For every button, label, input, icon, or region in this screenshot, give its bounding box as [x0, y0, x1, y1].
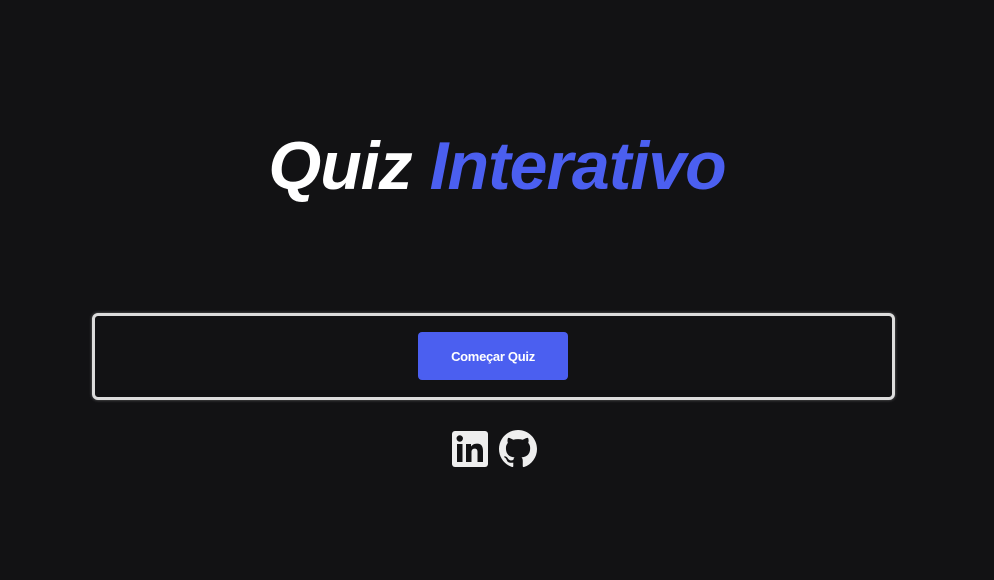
github-link[interactable]: [499, 430, 537, 468]
start-quiz-button[interactable]: Começar Quiz: [418, 332, 568, 380]
page-title-word-quiz: Quiz: [268, 128, 412, 204]
page-title-word-interativo: Interativo: [429, 128, 727, 204]
linkedin-icon: [452, 431, 488, 467]
page-title: Quiz Interativo: [0, 124, 994, 208]
github-icon: [499, 430, 537, 468]
linkedin-link[interactable]: [451, 430, 489, 468]
social-links: [451, 430, 537, 468]
